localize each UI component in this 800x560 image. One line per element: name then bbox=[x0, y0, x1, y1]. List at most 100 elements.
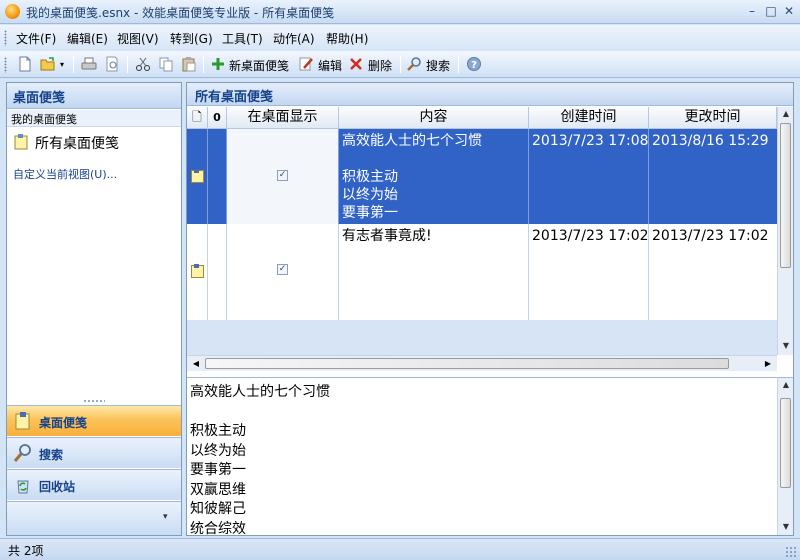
table-horizontal-scrollbar[interactable]: ◀ ▶ bbox=[187, 355, 777, 371]
customize-view-link[interactable]: 自定义当前视图(U)... bbox=[13, 166, 117, 182]
print-preview-icon[interactable] bbox=[104, 56, 120, 72]
menu-view[interactable]: 视图(V) bbox=[117, 30, 159, 47]
table-row[interactable]: ✓ 有志者事竟成! 2013/7/23 17:02 2013/7/23 17:0… bbox=[187, 224, 777, 320]
scroll-up-arrow-icon[interactable]: ▲ bbox=[778, 107, 794, 121]
content-cell: 高效能人士的七个习惯 积极主动 以终为始 要事第一 bbox=[339, 129, 529, 224]
new-document-icon[interactable] bbox=[17, 56, 33, 72]
nav-search-label: 搜索 bbox=[39, 448, 64, 462]
nav-search-button[interactable]: 搜索 bbox=[7, 437, 181, 468]
show-on-desktop-cell: ✓ bbox=[227, 129, 339, 224]
menu-action[interactable]: 动作(A) bbox=[273, 30, 315, 47]
note-icon bbox=[191, 169, 204, 183]
column-header-modified[interactable]: 更改时间 bbox=[649, 107, 777, 129]
copy-icon[interactable] bbox=[158, 56, 174, 72]
edit-icon[interactable] bbox=[298, 56, 314, 72]
table-vertical-scrollbar[interactable]: ▲ ▼ bbox=[777, 107, 793, 355]
nav-notes-button[interactable]: 桌面便笺 bbox=[7, 405, 181, 436]
modified-cell: 2013/8/16 15:29 bbox=[649, 129, 777, 224]
toolbar-grip bbox=[4, 57, 7, 73]
open-dropdown-icon[interactable]: ▾ bbox=[60, 60, 64, 69]
created-cell: 2013/7/23 17:02 bbox=[529, 224, 649, 320]
add-icon[interactable] bbox=[210, 56, 226, 72]
created-time: 2013/7/23 17:02 bbox=[532, 228, 649, 244]
delete-icon[interactable] bbox=[348, 56, 364, 72]
nav-overflow-bar[interactable]: ▾ bbox=[7, 501, 181, 535]
note-folder-icon bbox=[14, 134, 28, 150]
nav-recycle-bin-label: 回收站 bbox=[39, 480, 76, 494]
table-row[interactable]: ✓ 高效能人士的七个习惯 积极主动 以终为始 要事第一 2013/7/23 17… bbox=[187, 129, 777, 224]
show-on-desktop-checkbox[interactable]: ✓ bbox=[277, 170, 288, 181]
note-content: 高效能人士的七个习惯 积极主动 以终为始 要事第一 bbox=[342, 133, 482, 221]
content-cell: 有志者事竟成! bbox=[339, 224, 529, 320]
show-on-desktop-checkbox[interactable]: ✓ bbox=[277, 264, 288, 275]
close-button[interactable]: ✕ bbox=[781, 3, 797, 19]
table-horizontal-scroll-thumb[interactable] bbox=[205, 358, 729, 369]
title-bar: 我的桌面便笺.esnx - 效能桌面便笺专业版 - 所有桌面便笺 – □ ✕ bbox=[0, 0, 800, 24]
note-icon bbox=[191, 264, 204, 278]
menu-help[interactable]: 帮助(H) bbox=[326, 30, 368, 47]
scroll-down-arrow-icon[interactable]: ▼ bbox=[778, 339, 794, 353]
note-preview-pane[interactable]: 高效能人士的七个习惯 积极主动 以终为始 要事第一 双赢思维 知彼解己 统合综效 bbox=[187, 377, 777, 535]
attachment-cell bbox=[208, 129, 227, 224]
menu-edit[interactable]: 编辑(E) bbox=[67, 30, 108, 47]
preview-vertical-scroll-thumb[interactable] bbox=[780, 398, 791, 488]
scroll-right-arrow-icon[interactable]: ▶ bbox=[761, 357, 775, 371]
new-note-button[interactable]: 新桌面便笺 bbox=[229, 57, 289, 74]
recycle-bin-icon bbox=[17, 480, 29, 494]
modified-time: 2013/7/23 17:02 bbox=[652, 228, 769, 244]
folder-all-notes[interactable]: 所有桌面便笺 bbox=[35, 133, 119, 153]
status-bar: 共 2项 bbox=[0, 538, 800, 560]
minimize-button[interactable]: – bbox=[744, 3, 760, 19]
paste-icon[interactable] bbox=[181, 56, 197, 72]
menu-bar: 文件(F) 编辑(E) 视图(V) 转到(G) 工具(T) 动作(A) 帮助(H… bbox=[0, 25, 800, 51]
delete-button[interactable]: 删除 bbox=[368, 57, 392, 74]
maximize-button[interactable]: □ bbox=[763, 3, 779, 19]
nav-recycle-bin-button[interactable]: 回收站 bbox=[7, 469, 181, 500]
resize-grip[interactable] bbox=[785, 546, 797, 558]
svg-text:?: ? bbox=[471, 60, 477, 71]
menu-goto[interactable]: 转到(G) bbox=[170, 30, 213, 47]
type-cell bbox=[187, 129, 208, 224]
app-icon bbox=[5, 4, 20, 19]
navigation-pane-title: 桌面便笺 bbox=[7, 83, 181, 109]
pane-splitter[interactable] bbox=[83, 399, 105, 403]
help-icon[interactable]: ? bbox=[466, 56, 482, 72]
modified-cell: 2013/7/23 17:02 bbox=[649, 224, 777, 320]
column-header-type[interactable]: 🗋 bbox=[187, 107, 208, 129]
menu-grip bbox=[4, 30, 7, 46]
notes-table: 🗋 0 在桌面显示 内容 创建时间 更改时间 ✓ 高效能人士的七个习惯 积极主动… bbox=[187, 107, 777, 355]
cut-icon[interactable] bbox=[135, 56, 151, 72]
print-icon[interactable] bbox=[81, 56, 97, 72]
chevron-down-icon[interactable]: ▾ bbox=[163, 512, 168, 522]
toolbar-separator bbox=[458, 56, 459, 73]
content-pane: 所有桌面便笺 🗋 0 在桌面显示 内容 创建时间 更改时间 ✓ 高效能人士的七个… bbox=[186, 82, 794, 536]
created-cell: 2013/7/23 17:08 bbox=[529, 129, 649, 224]
table-vertical-scroll-thumb[interactable] bbox=[780, 123, 791, 268]
folder-group-label: 我的桌面便笺 bbox=[7, 110, 181, 127]
note-preview-text[interactable]: 高效能人士的七个习惯 积极主动 以终为始 要事第一 双赢思维 知彼解己 统合综效 bbox=[190, 383, 330, 535]
scroll-left-arrow-icon[interactable]: ◀ bbox=[189, 357, 203, 371]
menu-tools[interactable]: 工具(T) bbox=[222, 30, 263, 47]
search-icon[interactable] bbox=[406, 56, 422, 72]
show-on-desktop-cell: ✓ bbox=[227, 224, 339, 320]
toolbar-separator bbox=[203, 56, 204, 73]
toolbar: ▾ 新桌面便笺 编辑 删除 搜索 ? bbox=[0, 51, 800, 78]
column-header-content[interactable]: 内容 bbox=[339, 107, 529, 129]
modified-time: 2013/8/16 15:29 bbox=[652, 133, 769, 149]
created-time: 2013/7/23 17:08 bbox=[532, 133, 649, 149]
column-header-attachment[interactable]: 0 bbox=[208, 107, 227, 129]
notes-icon bbox=[15, 412, 30, 430]
preview-vertical-scrollbar[interactable]: ▲ ▼ bbox=[777, 377, 793, 535]
open-folder-icon[interactable] bbox=[40, 56, 56, 72]
navigation-pane: 桌面便笺 我的桌面便笺 所有桌面便笺 自定义当前视图(U)... 桌面便笺 搜索… bbox=[6, 82, 182, 536]
search-button[interactable]: 搜索 bbox=[426, 57, 450, 74]
type-cell bbox=[187, 224, 208, 320]
column-header-show-on-desktop[interactable]: 在桌面显示 bbox=[227, 107, 339, 129]
scroll-down-arrow-icon[interactable]: ▼ bbox=[778, 520, 794, 534]
menu-file[interactable]: 文件(F) bbox=[16, 30, 56, 47]
nav-notes-label: 桌面便笺 bbox=[39, 416, 88, 430]
edit-button[interactable]: 编辑 bbox=[318, 57, 342, 74]
scroll-up-arrow-icon[interactable]: ▲ bbox=[778, 378, 794, 392]
column-header-created[interactable]: 创建时间 bbox=[529, 107, 649, 129]
toolbar-separator bbox=[73, 56, 74, 73]
